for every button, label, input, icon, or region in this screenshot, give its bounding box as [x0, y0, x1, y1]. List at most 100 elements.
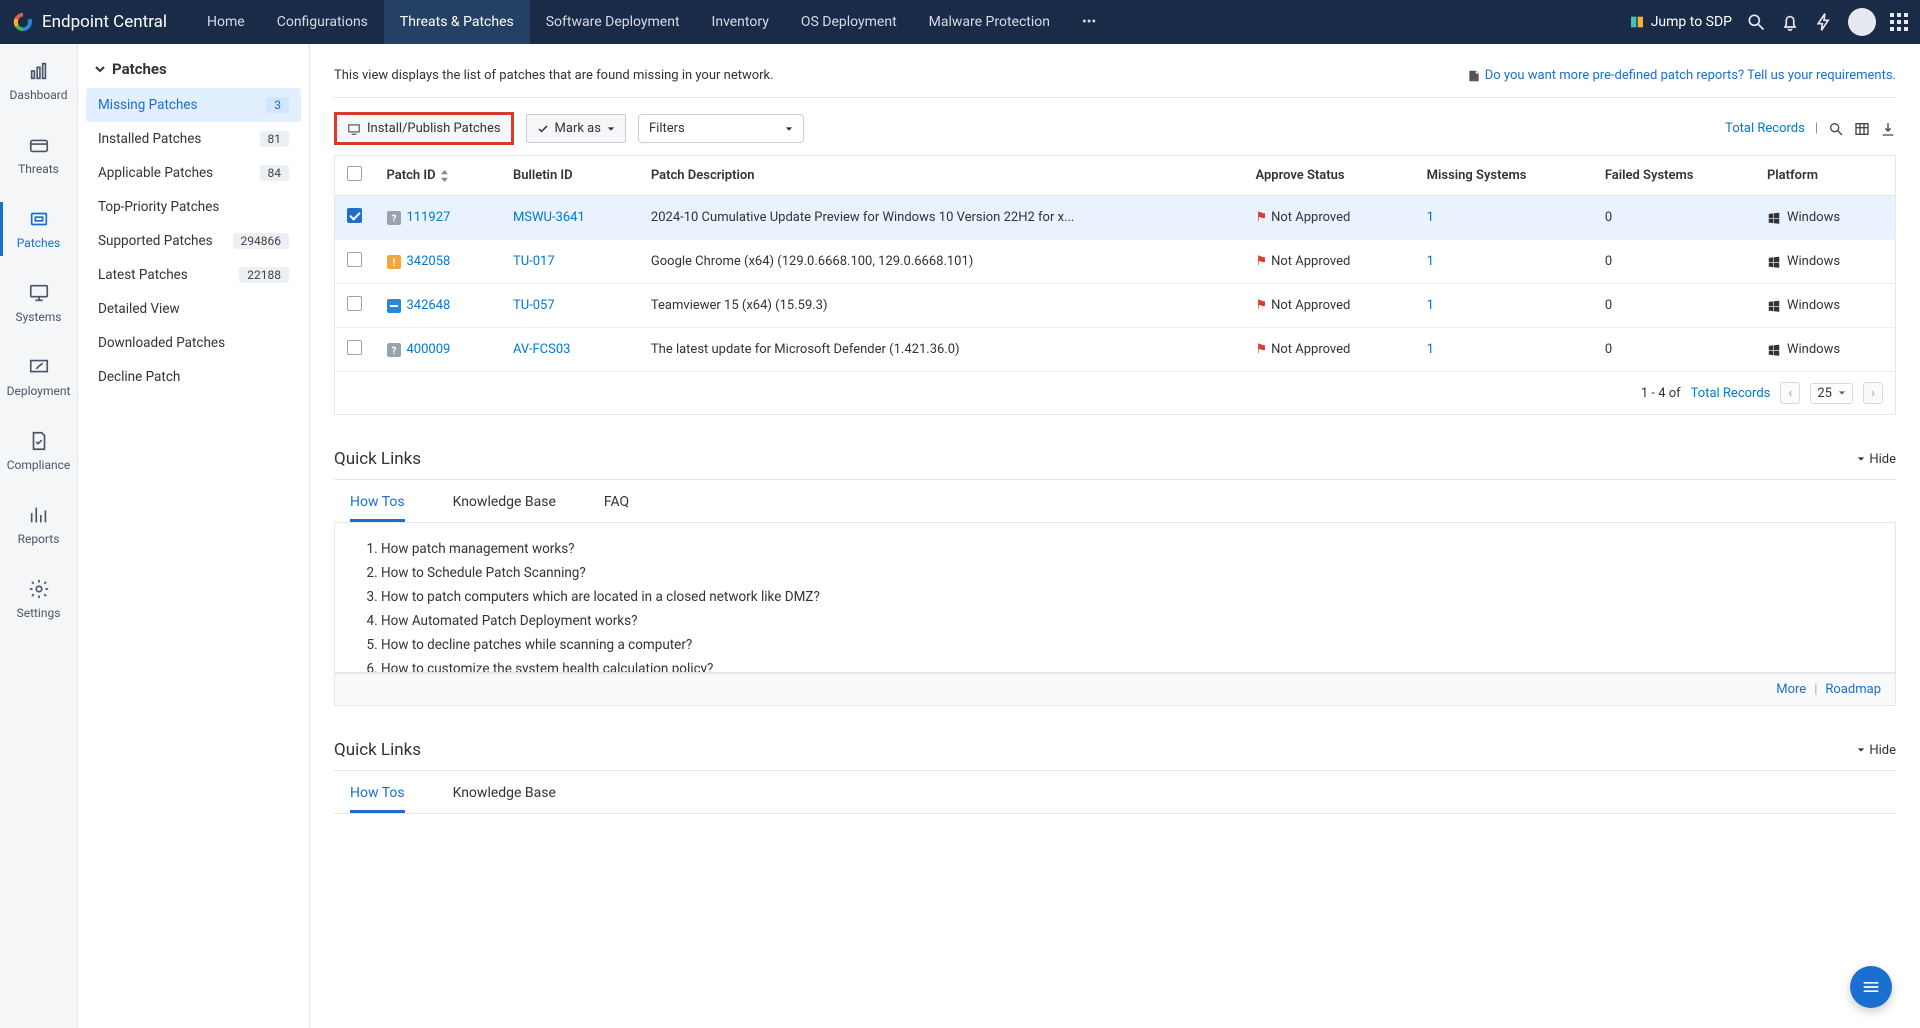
top-nav-more[interactable]: ••• [1066, 0, 1112, 44]
platform-name: Windows [1787, 210, 1840, 225]
quicklinks2-tab-how-tos[interactable]: How Tos [350, 785, 405, 813]
howto-item[interactable]: How to decline patches while scanning a … [381, 633, 1865, 657]
pager-next[interactable]: › [1863, 382, 1883, 404]
table-row[interactable]: ?111927MSWU-36412024-10 Cumulative Updat… [335, 196, 1896, 240]
rail-patches[interactable]: Patches [0, 192, 77, 266]
quick-action-icon[interactable] [1814, 12, 1834, 32]
filters-dropdown[interactable]: Filters [638, 114, 804, 143]
howto-item[interactable]: How patch management works? [381, 537, 1865, 561]
quicklinks-tab-knowledge-base[interactable]: Knowledge Base [453, 494, 556, 522]
patch-id-link[interactable]: 111927 [407, 210, 451, 225]
top-nav-threats-patches[interactable]: Threats & Patches [384, 0, 530, 44]
quicklinks2-tab-knowledge-base[interactable]: Knowledge Base [453, 785, 556, 813]
quicklinks-more[interactable]: More [1776, 682, 1806, 697]
predefined-reports-link[interactable]: Do you want more pre-defined patch repor… [1467, 68, 1896, 83]
patch-description: Teamviewer 15 (x64) (15.59.3) [651, 298, 828, 313]
sidebar-item-applicable-patches[interactable]: Applicable Patches84 [86, 156, 301, 190]
howto-item[interactable]: How to Schedule Patch Scanning? [381, 561, 1865, 585]
missing-systems-link[interactable]: 1 [1427, 298, 1434, 313]
sidebar-count: 294866 [233, 233, 289, 249]
bulletin-link[interactable]: AV-FCS03 [513, 342, 571, 357]
col-patch-id[interactable]: Patch ID [375, 156, 501, 196]
logo-icon [12, 11, 34, 33]
row-checkbox[interactable] [347, 252, 362, 267]
side2-title[interactable]: Patches [94, 60, 293, 78]
quicklinks-title: Quick Links [334, 449, 421, 469]
row-checkbox[interactable] [347, 340, 362, 355]
avatar[interactable] [1848, 8, 1876, 36]
row-checkbox[interactable] [347, 208, 362, 223]
pager-pagesize[interactable]: 25 [1810, 383, 1853, 404]
col-missing-systems[interactable]: Missing Systems [1415, 156, 1593, 196]
bulletin-link[interactable]: TU-057 [513, 298, 555, 313]
sidebar-item-missing-patches[interactable]: Missing Patches3 [86, 88, 301, 122]
howto-item[interactable]: How to customize the system health calcu… [381, 657, 1865, 673]
platform-name: Windows [1787, 342, 1840, 357]
select-all-checkbox[interactable] [347, 166, 362, 181]
pager-total-link[interactable]: Total Records [1691, 386, 1771, 401]
quicklinks-hide[interactable]: Hide [1857, 452, 1896, 467]
table-row[interactable]: !342058TU-017Google Chrome (x64) (129.0.… [335, 240, 1896, 284]
sidebar-item-supported-patches[interactable]: Supported Patches294866 [86, 224, 301, 258]
rail-dashboard[interactable]: Dashboard [0, 44, 77, 118]
col-patch-description[interactable]: Patch Description [639, 156, 1244, 196]
missing-systems-link[interactable]: 1 [1427, 342, 1434, 357]
rail-threats[interactable]: Threats [0, 118, 77, 192]
rail-settings[interactable]: Settings [0, 562, 77, 636]
howto-item[interactable]: How to patch computers which are located… [381, 585, 1865, 609]
patch-id-link[interactable]: 342058 [407, 254, 451, 269]
table-row[interactable]: ?400009AV-FCS03The latest update for Mic… [335, 328, 1896, 372]
row-checkbox[interactable] [347, 296, 362, 311]
product-logo[interactable]: Endpoint Central [12, 11, 167, 33]
table-row[interactable]: 342648 TU-057 Teamviewer 15 (x64) (15.59.3… [335, 284, 1896, 328]
col-approve-status[interactable]: Approve Status [1243, 156, 1414, 196]
patch-id-link[interactable]: 400009 [407, 342, 451, 357]
missing-systems-link[interactable]: 1 [1427, 254, 1434, 269]
patch-id-link[interactable]: 342648 [407, 298, 451, 313]
bell-icon[interactable] [1780, 12, 1800, 32]
approve-status: Not Approved [1271, 298, 1350, 313]
bulletin-link[interactable]: MSWU-3641 [513, 210, 585, 225]
sidebar-item-top-priority-patches[interactable]: Top-Priority Patches [86, 190, 301, 224]
total-records-link[interactable]: Total Records [1725, 121, 1805, 136]
columns-icon[interactable] [1854, 121, 1870, 137]
mark-as-button[interactable]: Mark as [526, 114, 626, 143]
sidebar-count: 3 [266, 97, 289, 113]
apps-icon[interactable] [1890, 13, 1908, 31]
quicklinks2-hide[interactable]: Hide [1857, 743, 1896, 758]
quicklinks-roadmap[interactable]: Roadmap [1825, 682, 1881, 697]
col-bulletin-id[interactable]: Bulletin ID [501, 156, 639, 196]
rail-reports[interactable]: Reports [0, 488, 77, 562]
rail-deployment[interactable]: Deployment [0, 340, 77, 414]
col-platform[interactable]: Platform [1755, 156, 1896, 196]
table-search-icon[interactable] [1828, 121, 1844, 137]
search-icon[interactable] [1746, 12, 1766, 32]
top-nav-malware-protection[interactable]: Malware Protection [913, 0, 1066, 44]
sidebar-item-latest-patches[interactable]: Latest Patches22188 [86, 258, 301, 292]
install-publish-button[interactable]: Install/Publish Patches [334, 112, 514, 145]
bulletin-link[interactable]: TU-017 [513, 254, 555, 269]
caret-down-icon [1857, 455, 1865, 463]
top-nav-software-deployment[interactable]: Software Deployment [530, 0, 696, 44]
rail-systems[interactable]: Systems [0, 266, 77, 340]
col-failed-systems[interactable]: Failed Systems [1593, 156, 1755, 196]
top-nav-home[interactable]: Home [191, 0, 261, 44]
settings-icon [28, 578, 50, 600]
approve-status: Not Approved [1271, 254, 1350, 269]
missing-systems-link[interactable]: 1 [1427, 210, 1434, 225]
pager-prev[interactable]: ‹ [1780, 382, 1800, 404]
sidebar-item-decline-patch[interactable]: Decline Patch [86, 360, 301, 394]
top-nav-inventory[interactable]: Inventory [696, 0, 785, 44]
help-fab[interactable] [1850, 966, 1892, 1008]
top-nav-configurations[interactable]: Configurations [261, 0, 384, 44]
sidebar-item-installed-patches[interactable]: Installed Patches81 [86, 122, 301, 156]
rail-compliance[interactable]: Compliance [0, 414, 77, 488]
export-icon[interactable] [1880, 121, 1896, 137]
top-nav-os-deployment[interactable]: OS Deployment [785, 0, 913, 44]
sidebar-item-downloaded-patches[interactable]: Downloaded Patches [86, 326, 301, 360]
quicklinks-tab-faq[interactable]: FAQ [604, 494, 629, 522]
sidebar-item-detailed-view[interactable]: Detailed View [86, 292, 301, 326]
quicklinks-tab-how-tos[interactable]: How Tos [350, 494, 405, 522]
howto-item[interactable]: How Automated Patch Deployment works? [381, 609, 1865, 633]
jump-to-sdp[interactable]: Jump to SDP [1629, 14, 1732, 30]
